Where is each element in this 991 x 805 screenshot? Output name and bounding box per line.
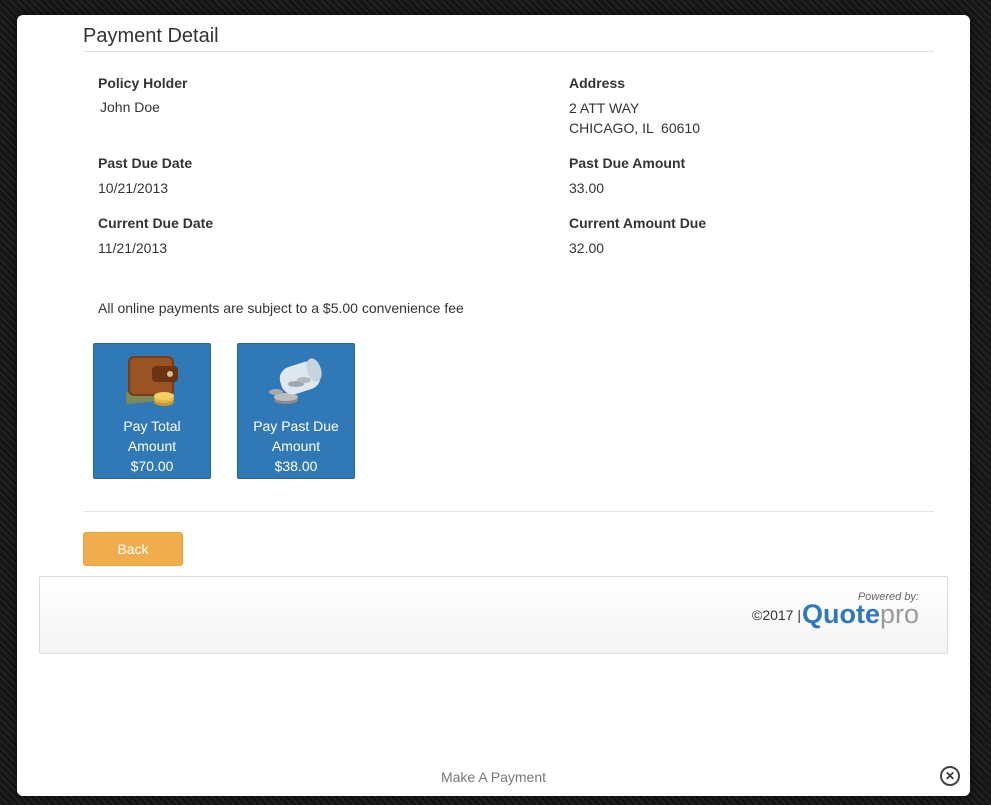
pay-past-due-amount: $38.00 <box>274 458 318 474</box>
address-label: Address <box>569 75 626 91</box>
address-line-2: CHICAGO, IL 60610 <box>569 120 700 136</box>
payment-modal: Payment Detail Policy Holder John Doe Ad… <box>17 15 970 796</box>
close-icon[interactable]: ✕ <box>940 766 960 786</box>
page-title: Payment Detail <box>83 25 219 47</box>
current-amount-due-value: 32.00 <box>569 240 605 256</box>
current-due-date-label: Current Due Date <box>98 215 214 231</box>
quotepro-logo: Quotepro <box>802 599 919 629</box>
address-line-1: 2 ATT WAY <box>569 100 640 116</box>
modal-caption: Make A Payment <box>440 769 547 785</box>
pay-total-label-line2: Amount <box>127 438 177 454</box>
wallet-icon <box>122 350 184 410</box>
past-due-date-label: Past Due Date <box>98 155 193 171</box>
pay-past-due-label: Pay Past Due Amount <box>238 416 354 456</box>
current-amount-due-label: Current Amount Due <box>569 215 707 231</box>
policy-holder-value: John Doe <box>100 99 160 115</box>
coin-jar-icon <box>266 350 328 410</box>
logo-secondary-text: pro <box>879 599 919 629</box>
pay-total-label-line1: Pay Total <box>123 418 181 434</box>
footer: ©2017 | Powered by: Quotepro <box>39 576 948 654</box>
pay-past-due-label-line1: Pay Past Due <box>253 418 339 434</box>
current-due-date-value: 11/21/2013 <box>98 240 168 256</box>
copyright-text: ©2017 | <box>752 607 801 623</box>
policy-holder-label: Policy Holder <box>98 75 188 91</box>
past-due-amount-label: Past Due Amount <box>569 155 686 171</box>
pay-past-due-label-line2: Amount <box>271 438 321 454</box>
logo-primary-text: Quote <box>801 599 880 629</box>
pay-total-amount: $70.00 <box>130 458 174 474</box>
pay-total-amount-button[interactable]: Pay Total Amount $70.00 <box>93 343 211 479</box>
convenience-fee-note: All online payments are subject to a $5.… <box>98 300 464 316</box>
back-button[interactable]: Back <box>83 532 183 566</box>
section-divider <box>83 511 934 512</box>
pay-total-label: Pay Total Amount <box>94 416 210 456</box>
title-divider <box>83 51 934 52</box>
past-due-date-value: 10/21/2013 <box>98 180 169 196</box>
past-due-amount-value: 33.00 <box>569 180 605 196</box>
pay-past-due-amount-button[interactable]: Pay Past Due Amount $38.00 <box>237 343 355 479</box>
